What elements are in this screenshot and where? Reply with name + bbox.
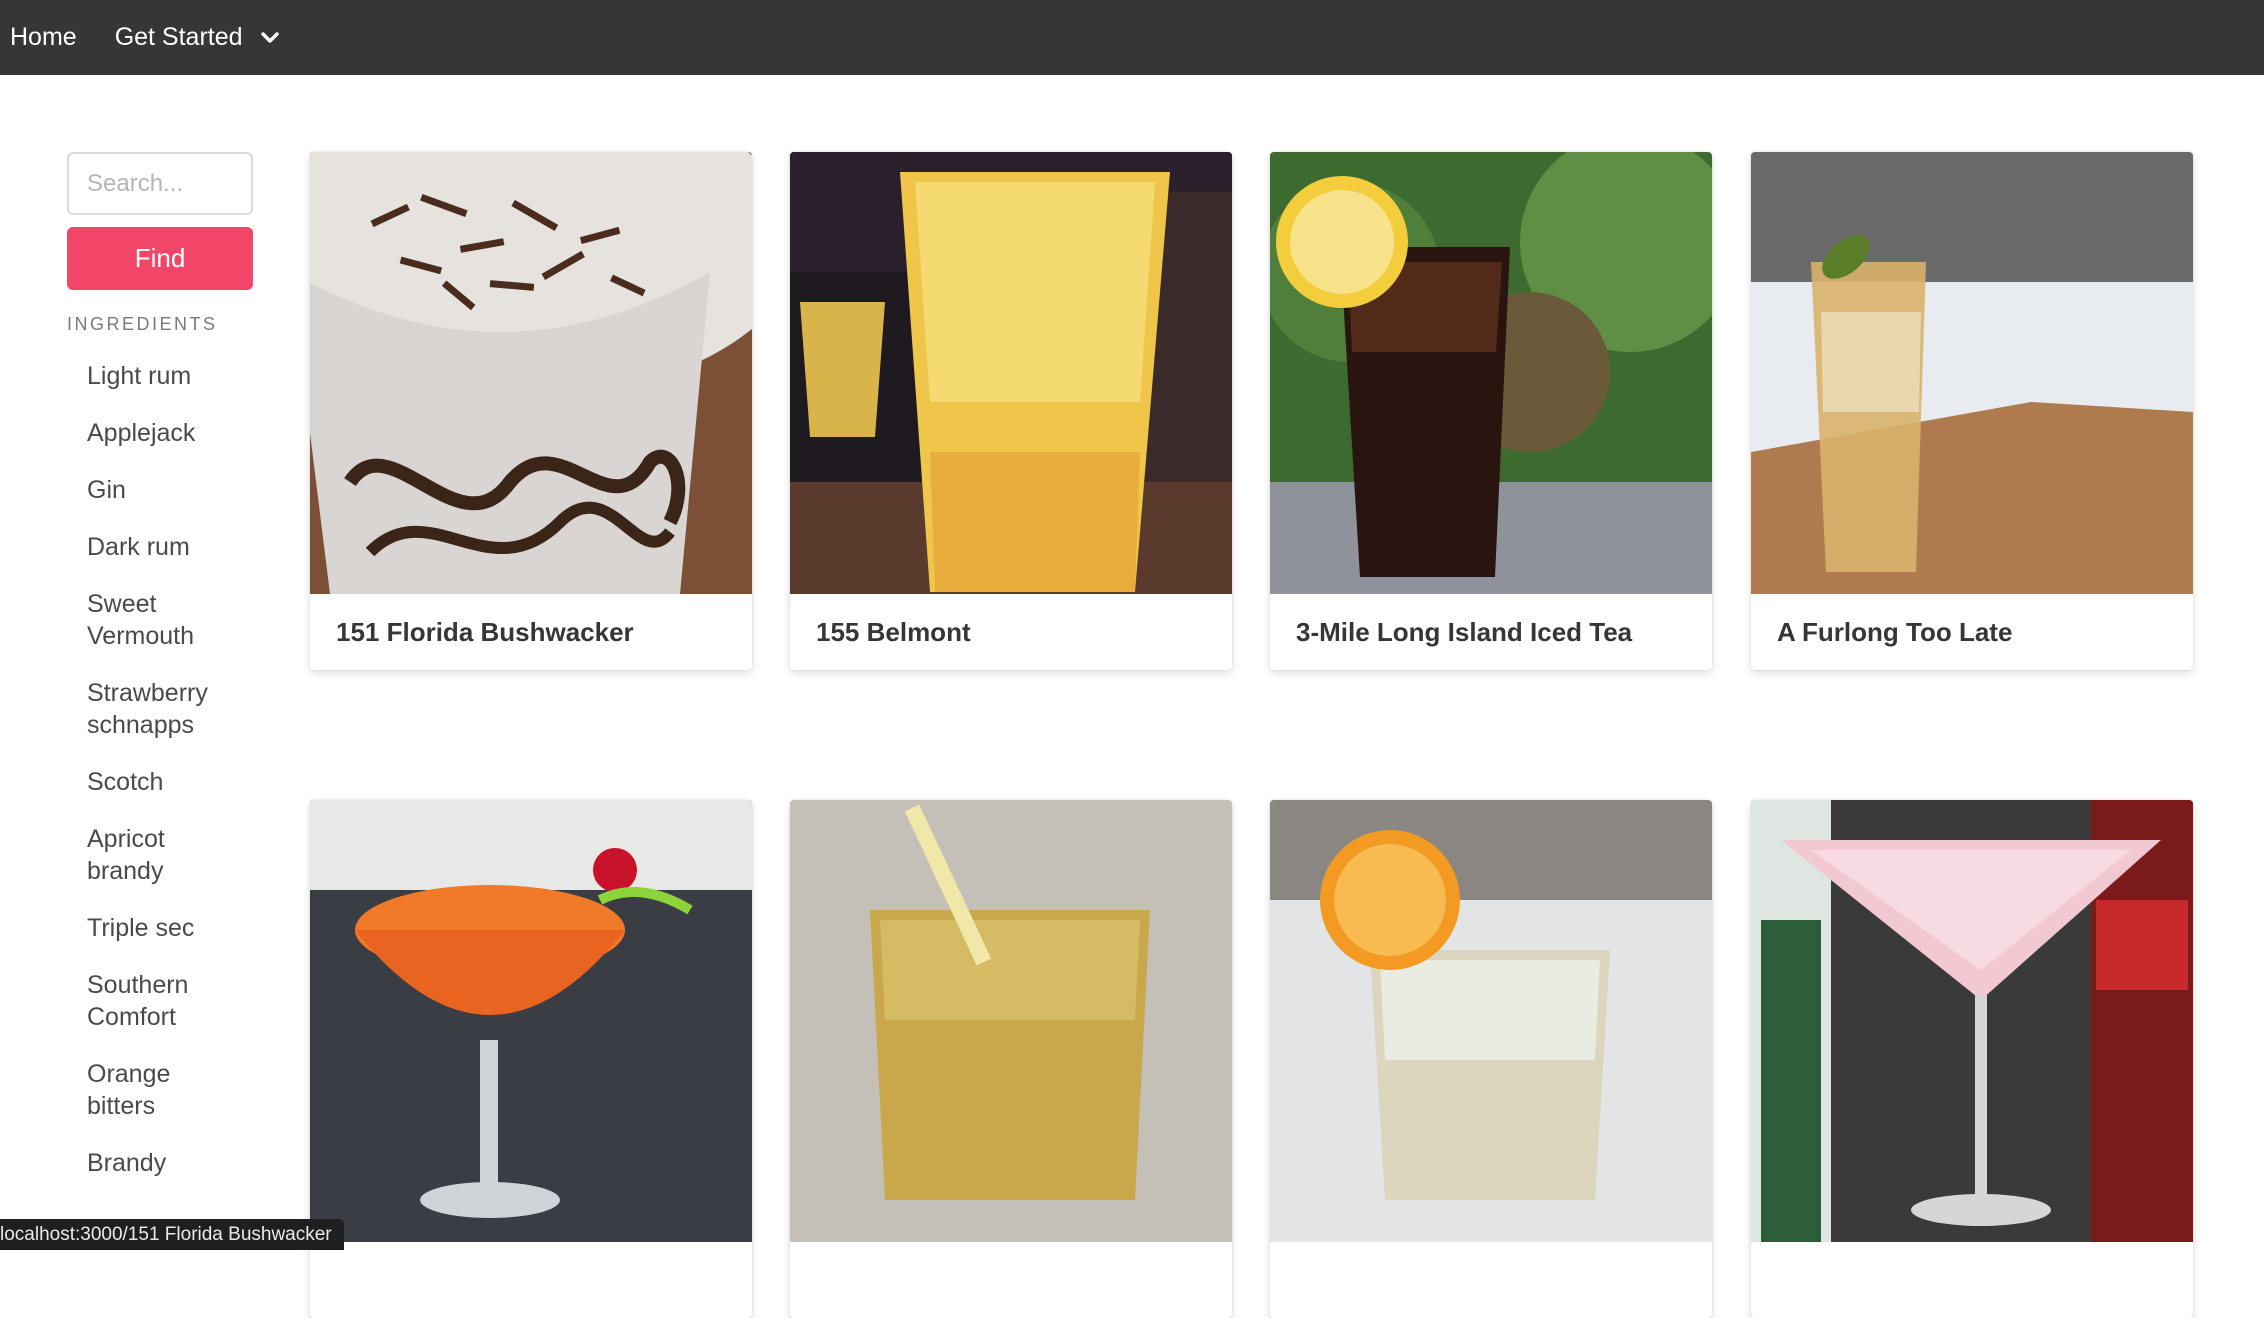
cocktail-title: 3-Mile Long Island Iced Tea [1296,617,1633,647]
ingredient-item[interactable]: Applejack [67,410,253,456]
cocktail-photo [310,152,752,594]
cocktail-photo [1751,800,2193,1242]
cocktail-title [1270,1242,1712,1318]
cocktail-photo [1751,152,2193,594]
cocktail-photo [310,800,752,1242]
cocktail-photo [1270,800,1712,1242]
ingredient-item[interactable]: Light rum [67,353,253,399]
ingredient-item[interactable]: Dark rum [67,524,253,570]
ingredient-item[interactable]: Strawberry schnapps [67,670,247,748]
cocktail-card[interactable] [790,800,1232,1318]
ingredient-item[interactable]: Orange bitters [67,1051,207,1129]
cocktail-photo [790,800,1232,1242]
ingredient-item[interactable]: Sweet Vermouth [67,581,227,659]
cocktail-card[interactable] [1270,800,1712,1318]
chevron-down-icon [260,31,279,43]
link-preview-status-bar: localhost:3000/151 Florida Bushwacker [0,1219,344,1250]
cocktail-card[interactable]: 155 Belmont [790,152,1232,670]
cocktail-card[interactable]: 3-Mile Long Island Iced Tea [1270,152,1712,670]
find-button[interactable]: Find [67,227,253,290]
ingredients-list: Light rum Applejack Gin Dark rum Sweet V… [67,353,253,1186]
cocktail-title [1751,1242,2193,1318]
ingredient-item[interactable]: Brandy [67,1140,253,1186]
ingredient-item[interactable]: Southern Comfort [67,962,217,1040]
cocktail-card[interactable]: 151 Florida Bushwacker [310,152,752,670]
cocktail-card[interactable] [1751,800,2193,1318]
nav-home-label: Home [10,23,77,51]
cocktail-title [790,1242,1232,1318]
nav-get-started-label: Get Started [114,23,243,51]
ingredient-item[interactable]: Apricot brandy [67,816,207,894]
top-navbar: Home Get Started [0,0,2264,75]
ingredient-item[interactable]: Triple sec [67,905,253,951]
cocktail-title: 151 Florida Bushwacker [336,617,634,647]
sidebar: Find INGREDIENTS Light rum Applejack Gin… [67,152,253,1186]
cocktail-card[interactable] [310,800,752,1318]
nav-home-link[interactable]: Home [10,23,77,52]
cocktail-title: 155 Belmont [816,617,971,647]
cocktail-title: A Furlong Too Late [1777,617,2013,647]
cocktail-title [310,1242,752,1318]
cocktail-photo [1270,152,1712,594]
cocktail-card[interactable]: A Furlong Too Late [1751,152,2193,670]
ingredients-heading: INGREDIENTS [67,314,218,334]
search-input[interactable] [67,152,253,215]
ingredient-item[interactable]: Gin [67,467,253,513]
cocktail-photo [790,152,1232,594]
nav-get-started-dropdown[interactable]: Get Started [115,23,281,52]
ingredient-item[interactable]: Scotch [67,759,253,805]
